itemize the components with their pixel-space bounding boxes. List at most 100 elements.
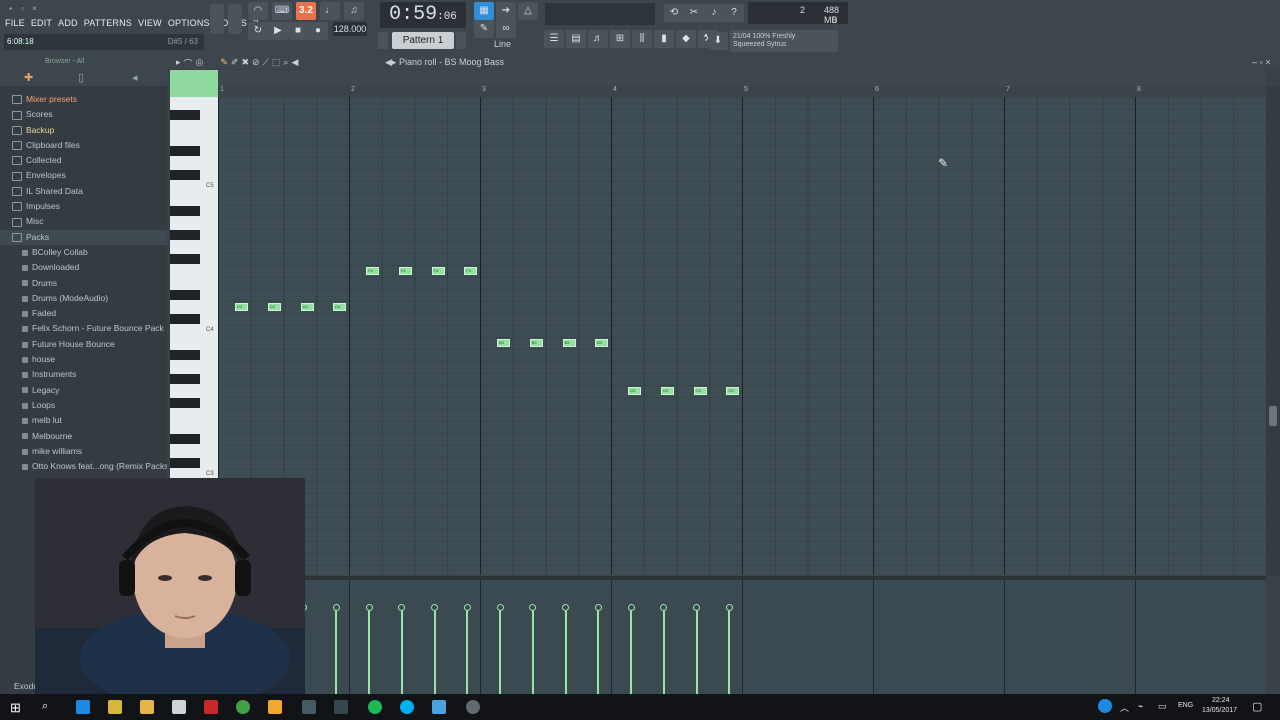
help-icon[interactable]: ? [724, 4, 744, 22]
pattern-prev-icon[interactable] [378, 32, 388, 49]
stop-button[interactable]: ■ [288, 22, 308, 40]
clock-time[interactable]: 22:24 [1212, 697, 1230, 704]
menu-item[interactable]: PATTERNS [81, 16, 135, 30]
note-block[interactable]: F4 [398, 267, 412, 275]
network-icon[interactable]: ⌁ [1138, 701, 1143, 712]
black-key[interactable] [170, 398, 200, 408]
velocity-bar[interactable] [662, 607, 665, 694]
tempo-display[interactable]: 128.000 [333, 22, 367, 36]
velocity-handle[interactable] [660, 604, 668, 611]
browser-pack-item[interactable]: Drums [0, 276, 167, 291]
velocity-bar[interactable] [400, 607, 403, 694]
edge-icon[interactable] [76, 700, 90, 714]
metronome-icon[interactable]: △ [518, 2, 538, 20]
note-block[interactable]: G3 [693, 387, 707, 395]
browser-pack-item[interactable]: mike williams [0, 444, 167, 459]
clock-date[interactable]: 13/05/2017 [1202, 707, 1237, 714]
browser-pack-item[interactable]: house [0, 352, 167, 367]
typing-keyboard-icon[interactable]: ⌨ [272, 2, 292, 20]
browser-folder[interactable]: IL Shared Data [0, 184, 167, 199]
piano-roll-icon[interactable]: ♬ [588, 30, 608, 48]
store-icon[interactable] [172, 700, 186, 714]
black-key[interactable] [170, 350, 200, 360]
notifications-icon[interactable]: ▢ [1252, 700, 1262, 713]
start-icon[interactable]: ⊞ [10, 700, 24, 715]
browser-pack-item[interactable]: Drums (ModeAudio) [0, 291, 167, 306]
browser-pack-item[interactable]: Instruments [0, 367, 167, 382]
loop-record-icon[interactable]: ↻ [248, 22, 268, 40]
browser-pack-item[interactable]: melb lut [0, 413, 167, 428]
mic-icon[interactable]: ♪ [704, 4, 724, 22]
black-key[interactable] [170, 230, 200, 240]
note-block[interactable]: D4 [267, 303, 281, 311]
mixer-icon[interactable]: ⫼ [632, 30, 652, 48]
menu-item[interactable]: FILE [2, 16, 28, 30]
velocity-handle[interactable] [693, 604, 700, 611]
app-icon-5[interactable] [466, 700, 480, 714]
delete-icon[interactable]: ✖ [242, 57, 250, 70]
menu-item[interactable]: OPTIONS [165, 16, 213, 30]
pattern-next-icon[interactable] [456, 32, 466, 49]
time-scrollbar[interactable] [218, 70, 1266, 86]
velocity-handle[interactable] [463, 604, 471, 611]
note-grid[interactable]: D4 D4 D4 D4 F4 F4 F4 F4 B3 B3 B3 B3 G3 G3 G3 G3 [218, 97, 1266, 575]
note-block[interactable]: D4 [300, 303, 314, 311]
search-icon[interactable]: ⌕ [42, 700, 56, 714]
tray-chevron-icon[interactable]: ︿ [1120, 701, 1129, 714]
velocity-handle[interactable] [496, 604, 504, 611]
velocity-bar[interactable] [368, 607, 370, 694]
note-block[interactable]: G3 [628, 387, 641, 395]
song-mode-icon[interactable]: ◠ [248, 2, 268, 20]
language-indicator[interactable]: ENG [1178, 702, 1193, 709]
skype-icon[interactable] [400, 700, 414, 714]
velocity-lane[interactable] [218, 580, 1266, 694]
note-block[interactable]: B3 [562, 339, 576, 347]
play-button[interactable]: ▶ [268, 22, 288, 40]
master-volume-slider[interactable] [210, 4, 224, 34]
blend-notes-icon[interactable]: ♫ [344, 2, 364, 20]
select-icon[interactable]: ⬚ [272, 57, 281, 70]
black-key[interactable] [170, 254, 200, 264]
black-key[interactable] [170, 206, 200, 216]
file-explorer-icon[interactable] [140, 700, 154, 714]
note-block[interactable]: F4 [366, 267, 379, 275]
velocity-handle[interactable] [725, 604, 733, 611]
velocity-bar[interactable] [630, 607, 632, 694]
velocity-handle[interactable] [627, 604, 635, 611]
browser-pack-item[interactable]: Felix Schorn - Future Bounce Pack [0, 321, 167, 336]
channel-rack-icon[interactable]: ▤ [566, 30, 586, 48]
arrow-right-icon[interactable]: ➔ [496, 2, 516, 20]
browser-pack-item[interactable]: Melbourne [0, 429, 167, 444]
velocity-handle[interactable] [398, 604, 406, 611]
note-block[interactable]: B3 [497, 339, 510, 347]
note-block[interactable]: D4 [235, 303, 248, 311]
velocity-bar[interactable] [564, 607, 567, 694]
steam-icon[interactable] [334, 700, 348, 714]
pr-maximize-icon[interactable]: ▫ [1260, 57, 1263, 67]
app-icon-1[interactable] [108, 700, 122, 714]
step-edit-icon[interactable]: ♩ [320, 2, 340, 20]
velocity-bar[interactable] [499, 607, 501, 694]
playhead-marker[interactable] [170, 70, 218, 97]
zoom-icon[interactable]: ⌕ [283, 57, 288, 70]
undo-history-icon[interactable]: ⟲ [664, 4, 684, 22]
velocity-bar[interactable] [728, 607, 731, 694]
mode-badge[interactable]: 3.2 [296, 2, 316, 20]
browser-pack-item[interactable]: Faded [0, 306, 167, 321]
browser-folder[interactable]: Envelopes [0, 168, 167, 183]
minimize-icon[interactable]: ▪ [6, 4, 15, 13]
fl-studio-icon[interactable] [268, 700, 282, 714]
snap-icon[interactable]: ◎ [196, 57, 204, 70]
note-block[interactable]: F4 [464, 267, 478, 275]
project-icon[interactable]: ◆ [676, 30, 696, 48]
browser-folder[interactable]: Mixer presets [0, 92, 167, 107]
pencil-icon[interactable]: ✎ [220, 57, 228, 70]
browser-pack-item[interactable]: BColley Collab [0, 245, 167, 260]
slice-icon[interactable]: ⟋ [263, 57, 269, 70]
browser-folder[interactable]: Misc [0, 214, 167, 229]
note-block[interactable]: B3 [529, 339, 543, 347]
paint-icon[interactable]: ✐ [231, 57, 239, 70]
velocity-bar[interactable] [695, 607, 698, 694]
menu-arrow-icon[interactable]: ▸ [176, 57, 181, 70]
note-block[interactable]: F4 [431, 267, 445, 275]
